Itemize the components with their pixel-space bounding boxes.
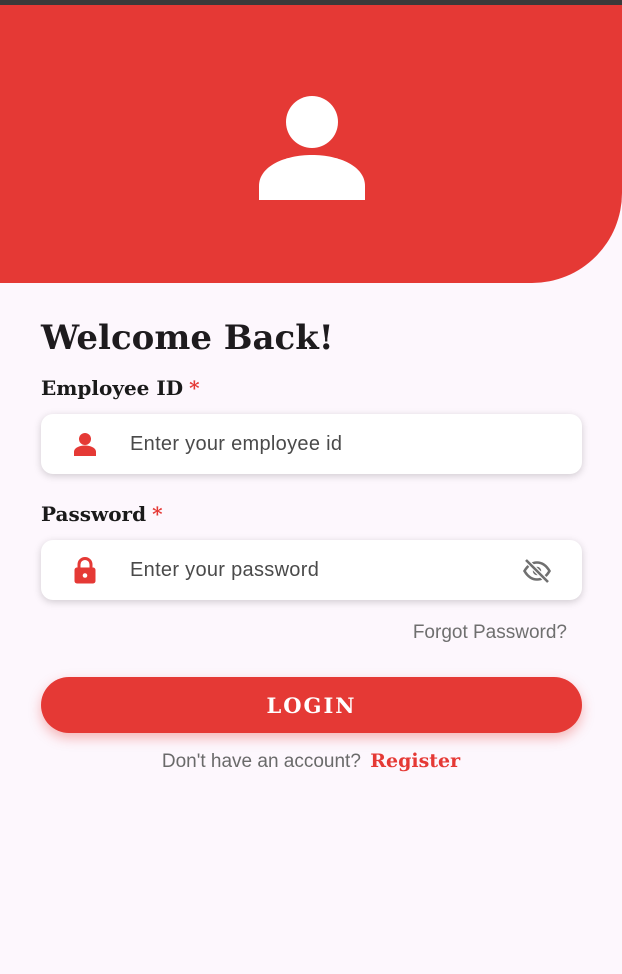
lock-icon	[74, 556, 96, 584]
required-asterisk: *	[152, 502, 163, 526]
register-row: Don't have an account? Register	[0, 750, 622, 773]
header-banner	[0, 5, 622, 283]
register-link[interactable]: Register	[370, 750, 460, 772]
employee-id-field[interactable]	[41, 414, 582, 474]
forgot-password-link[interactable]: Forgot Password?	[413, 622, 567, 644]
welcome-title: Welcome Back!	[41, 318, 334, 358]
password-label-text: Password	[41, 502, 147, 526]
password-label: Password *	[41, 502, 163, 526]
register-prompt: Don't have an account?	[161, 751, 361, 772]
required-asterisk: *	[189, 376, 200, 400]
person-icon	[74, 433, 96, 456]
person-icon	[259, 96, 365, 200]
employee-id-input[interactable]	[130, 414, 510, 474]
employee-id-label-text: Employee ID	[41, 376, 184, 400]
login-button[interactable]: LOGIN	[41, 677, 582, 733]
eye-off-icon[interactable]	[522, 556, 552, 586]
password-input[interactable]	[130, 540, 510, 600]
password-field[interactable]	[41, 540, 582, 600]
employee-id-label: Employee ID *	[41, 376, 200, 400]
